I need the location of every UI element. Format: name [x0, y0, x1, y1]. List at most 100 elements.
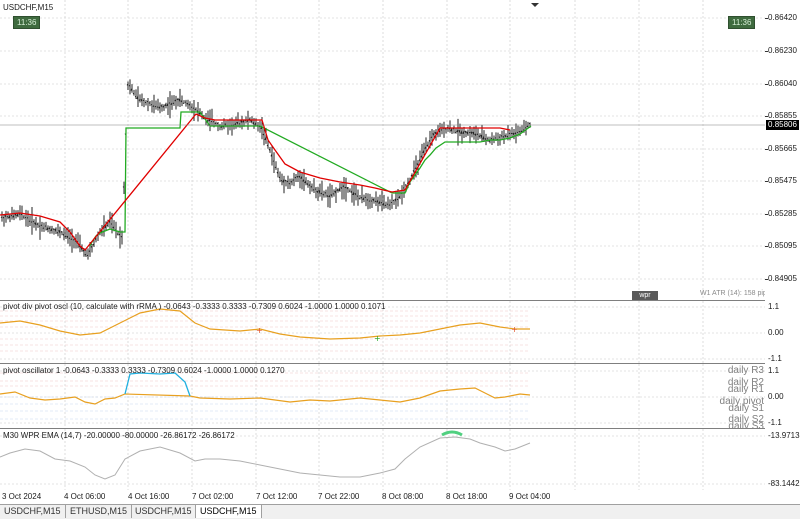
level-label-r1: daily R1 — [728, 384, 764, 395]
price-bar — [365, 197, 366, 198]
time-label: 7 Oct 22:00 — [318, 492, 359, 501]
price-bar — [487, 139, 488, 140]
price-bar — [21, 214, 22, 215]
cross-marker-icon: + — [256, 326, 263, 335]
sub3-axis[interactable]: -13.97131 -83.14422 — [765, 429, 800, 490]
pivot-osc-line — [0, 388, 530, 404]
price-bar — [333, 194, 334, 195]
price-bar — [135, 96, 136, 97]
price-bar — [65, 236, 66, 237]
price-bar — [295, 177, 296, 178]
price-bar — [509, 133, 510, 134]
axis-label: 0.00 — [768, 328, 784, 337]
price-bar — [121, 236, 122, 237]
price-bar — [173, 103, 174, 104]
price-bar — [57, 232, 58, 233]
trend-line-bull — [90, 112, 531, 246]
price-bars — [1, 79, 530, 259]
price-label: 0.84905 — [768, 274, 797, 283]
pivot-div-line — [0, 309, 530, 339]
pivot-osc-title: pivot oscillator 1 -0.0643 -0.3333 0.333… — [3, 366, 285, 375]
price-bar — [215, 123, 216, 124]
price-bar — [419, 160, 420, 161]
price-bar — [117, 234, 118, 235]
price-bar — [3, 217, 4, 218]
price-label: 0.85665 — [768, 144, 797, 153]
price-bar — [41, 225, 42, 226]
price-bar — [71, 239, 72, 240]
price-bar — [325, 192, 326, 193]
wpr-line — [0, 437, 530, 479]
price-bar — [11, 215, 12, 216]
axis-label: 0.00 — [768, 392, 784, 401]
price-bar — [381, 202, 382, 203]
price-bar — [359, 198, 360, 199]
tab-usdchf-1[interactable]: USDCHF,M15 — [0, 505, 66, 518]
price-label: 0.85855 — [768, 111, 797, 120]
chart-symbol-title: USDCHF,M15 — [3, 3, 53, 12]
time-label: 8 Oct 18:00 — [446, 492, 487, 501]
overbought-highlight — [442, 432, 462, 435]
level-label-s3: daily S3 — [728, 421, 764, 428]
time-label: 8 Oct 08:00 — [382, 492, 423, 501]
time-label: 4 Oct 06:00 — [64, 492, 105, 501]
price-bar — [431, 137, 432, 138]
axis-label: -13.97131 — [768, 431, 800, 440]
price-bar — [195, 109, 196, 110]
price-bar — [143, 100, 144, 101]
tab-usdchf-active[interactable]: USDCHF,M15 — [195, 505, 262, 518]
price-bar — [293, 180, 294, 181]
main-price-axis[interactable]: 0.86420 0.86230 0.86040 0.85855 0.85665 … — [765, 0, 800, 300]
tab-ethusd[interactable]: ETHUSD,M15 — [66, 505, 132, 518]
price-bar — [287, 181, 288, 182]
price-bar — [415, 168, 416, 169]
price-bar — [155, 106, 156, 107]
price-bar — [503, 136, 504, 137]
price-label: 0.86230 — [768, 46, 797, 55]
price-bar — [371, 201, 372, 202]
main-grid — [0, 0, 765, 300]
pivot-osc-line-cyan — [125, 373, 190, 396]
atr-readout: W1 ATR (14): 158 pips — [700, 290, 770, 297]
price-bar — [1, 217, 2, 218]
sub2-axis[interactable]: 1.1 0.00 -1.1 — [765, 364, 800, 428]
shift-marker-icon[interactable] — [531, 3, 539, 7]
price-bar — [389, 205, 390, 206]
price-bar — [393, 200, 394, 201]
sub1-axis[interactable]: 1.1 0.00 -1.1 — [765, 301, 800, 363]
price-bar — [385, 205, 386, 206]
price-bar — [149, 102, 150, 103]
price-bar — [289, 183, 290, 184]
price-bar — [33, 221, 34, 222]
cross-marker-icon: + — [511, 325, 518, 334]
price-bar — [177, 99, 178, 100]
axis-label: -1.1 — [768, 418, 782, 427]
price-label: 0.85475 — [768, 176, 797, 185]
time-label: 4 Oct 16:00 — [128, 492, 169, 501]
tab-usdchf-2[interactable]: USDCHF,M15 — [131, 505, 197, 518]
main-chart-svg — [0, 0, 765, 300]
time-badge-left: 11:36 — [13, 16, 40, 29]
price-bar — [281, 180, 282, 181]
time-label: 7 Oct 12:00 — [256, 492, 297, 501]
wpr-button[interactable]: wpr — [632, 291, 658, 300]
pivot-div-title: pivot div pivot oscl (10, calculate with… — [3, 302, 385, 311]
axis-label: 1.1 — [768, 302, 779, 311]
time-label: 9 Oct 04:00 — [509, 492, 550, 501]
chart-tabs-bar: USDCHF,M15 ETHUSD,M15 USDCHF,M15 USDCHF,… — [0, 504, 800, 519]
price-label: 0.86040 — [768, 79, 797, 88]
cross-marker-icon: + — [374, 334, 381, 343]
price-bar — [441, 130, 442, 131]
price-bar — [273, 161, 274, 162]
price-bar — [491, 138, 492, 139]
price-bar — [123, 186, 124, 187]
price-label: 0.85095 — [768, 241, 797, 250]
time-badge-right: 11:36 — [728, 16, 755, 29]
price-bar — [397, 199, 398, 200]
price-bar — [313, 190, 314, 191]
price-bar — [501, 135, 502, 136]
time-label: 3 Oct 2024 — [2, 492, 41, 501]
time-axis[interactable]: 3 Oct 2024 4 Oct 06:00 4 Oct 16:00 7 Oct… — [0, 490, 800, 504]
price-label: 0.86420 — [768, 13, 797, 22]
price-bar — [519, 131, 520, 132]
